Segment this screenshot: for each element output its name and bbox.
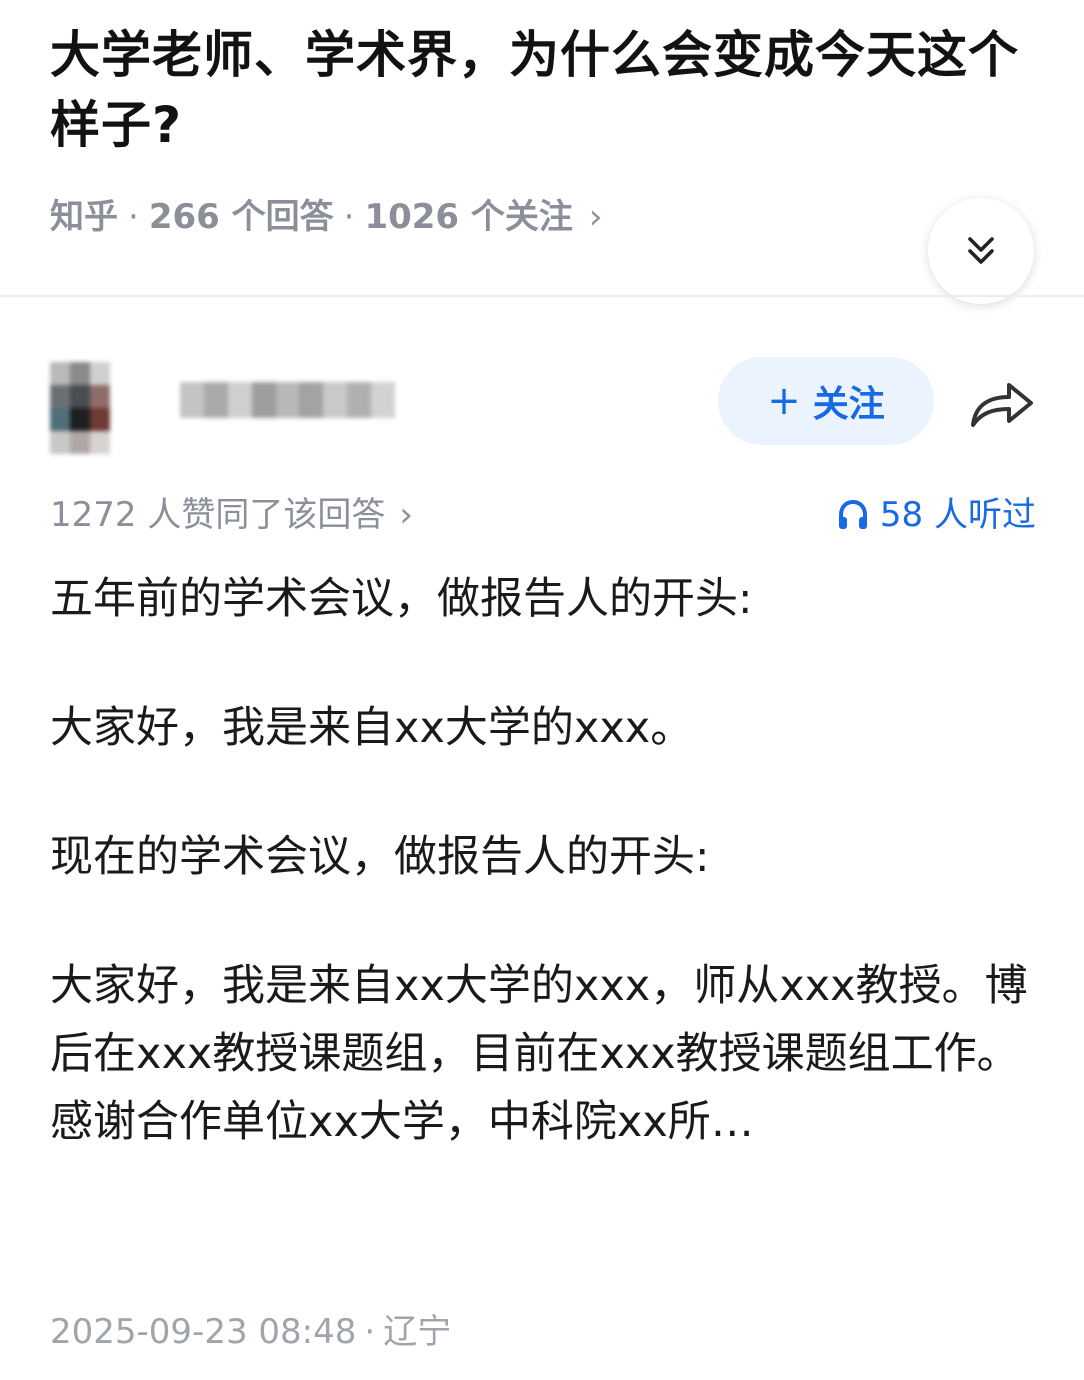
header-divider [0,295,1084,297]
upvote-count: 1272 人赞同了该回答 [50,495,386,535]
headphones-icon [838,499,867,529]
answers-count: 266 个回答 [148,197,334,237]
double-chevron-down-icon [968,237,994,264]
upvote-count-link[interactable]: 1272 人赞同了该回答 › [50,492,413,538]
follow-label: 关注 [812,384,885,425]
post-date: 2025-09-23 08:48 [50,1312,357,1352]
listen-count[interactable]: 58 人听过 [836,492,1036,538]
share-button[interactable] [962,368,1042,438]
question-meta[interactable]: 知乎 · 266 个回答 · 1026 个关注 › [50,192,603,242]
meta-separator: · [364,1312,376,1352]
chevron-right-icon: › [399,495,413,535]
plus-icon: + [767,378,801,424]
answer-paragraph: 大家好，我是来自xx大学的xxx，师从xxx教授。博后在xxx教授课题组，目前在… [50,961,1028,1147]
followers-count: 1026 个关注 [364,197,573,237]
source-label: 知乎 [50,197,118,237]
question-title[interactable]: 大学老师、学术界，为什么会变成今天这个样子? [50,20,1040,160]
answer-paragraph: 现在的学术会议，做报告人的开头: [50,832,710,882]
meta-separator: · [343,197,355,237]
share-arrow-icon [971,383,1033,427]
meta-separator: · [128,197,139,237]
answer-page: 大学老师、学术界，为什么会变成今天这个样子? 知乎 · 266 个回答 · 1026 个… [0,0,1084,1380]
answer-paragraph: 大家好，我是来自xx大学的xxx。 [50,703,694,753]
answer-body: 五年前的学术会议，做报告人的开头: 大家好，我是来自xx大学的xxx。 现在的学… [50,565,1040,1156]
avatar[interactable] [50,362,110,454]
post-location: 辽宁 [383,1312,452,1352]
answer-paragraph: 五年前的学术会议，做报告人的开头: [50,574,753,624]
author-name-blurred[interactable] [180,382,396,418]
expand-question-button[interactable] [928,198,1034,304]
follow-button[interactable]: + 关注 [718,357,934,445]
answer-timestamp: 2025-09-23 08:48 · 辽宁 [50,1308,451,1356]
chevron-right-icon: › [588,197,603,237]
listen-count-label: 58 人听过 [879,495,1036,535]
